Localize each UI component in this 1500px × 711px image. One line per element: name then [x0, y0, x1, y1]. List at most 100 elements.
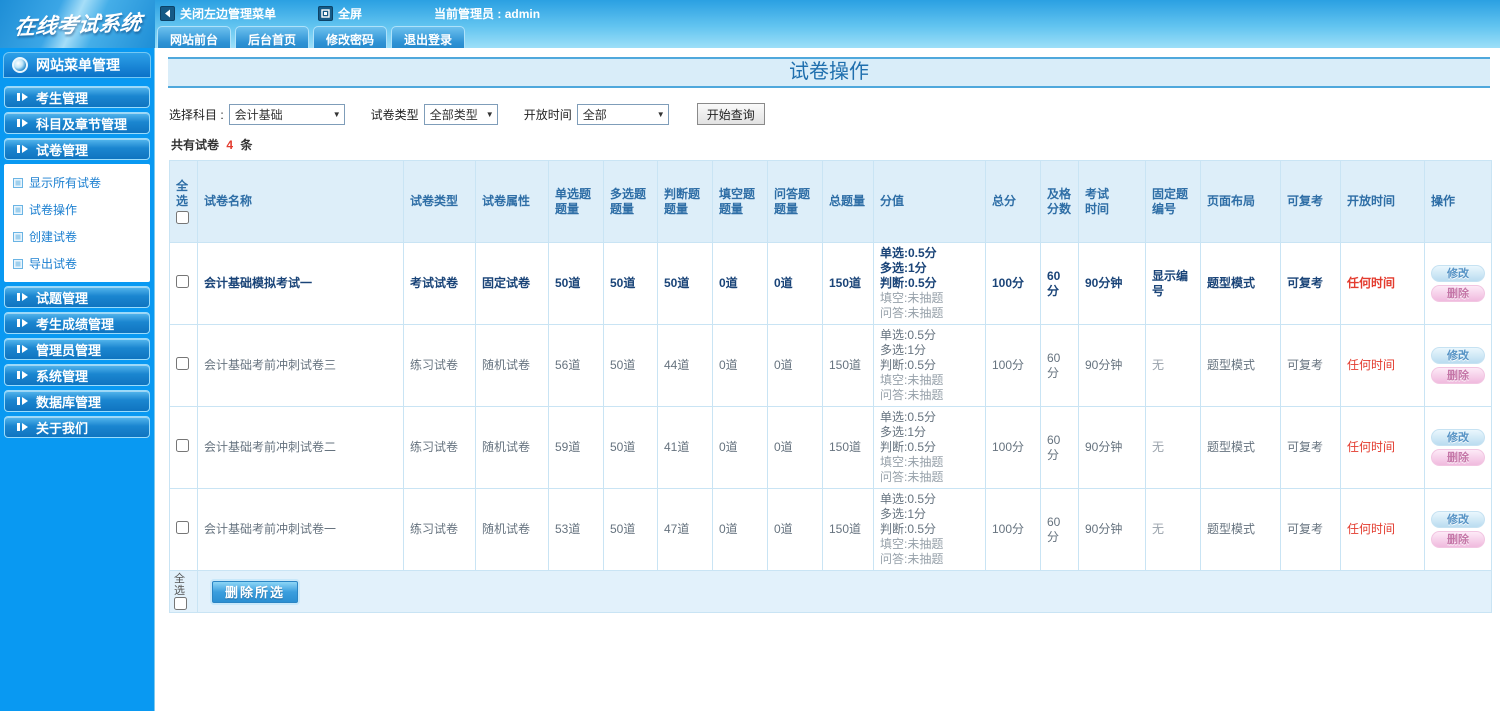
header-page-layout: 页面布局 [1200, 160, 1281, 243]
footer-select-all-label: 全选 [174, 573, 185, 597]
open-time-select[interactable]: 全部 ▼ [576, 103, 669, 125]
sidebar-item-label: 关于我们 [36, 420, 89, 436]
select-all-checkbox[interactable] [176, 211, 189, 224]
sidebar-item-question-mgmt[interactable]: 试题管理 [4, 286, 150, 308]
cell-open-time: 任何时间 [1340, 242, 1425, 325]
paper-type-label: 试卷类型 [370, 107, 419, 122]
play-bar-icon [17, 397, 28, 405]
play-bar-icon [17, 145, 28, 153]
play-bar-icon [17, 319, 28, 327]
paper-type-select-value: 全部类型 [429, 107, 478, 122]
square-bullet-icon [13, 258, 23, 269]
cell-paper-name: 会计基础考前冲刺试卷三 [197, 324, 404, 407]
square-bullet-icon [13, 231, 23, 242]
edit-button[interactable]: 修改 [1431, 511, 1485, 528]
row-checkbox[interactable] [176, 357, 189, 370]
row-checkbox[interactable] [176, 439, 189, 452]
cell-total-count: 150道 [822, 324, 874, 407]
cell-pass-score: 60分 [1040, 242, 1079, 325]
submenu-paper-operations[interactable]: 试卷操作 [4, 196, 150, 223]
summary-prefix: 共有试卷 [171, 138, 220, 152]
play-bar-icon [17, 423, 28, 431]
delete-button[interactable]: 删除 [1431, 285, 1485, 302]
header-exam-time: 考试 时间 [1078, 160, 1146, 243]
cell-retake: 可复考 [1280, 324, 1341, 407]
submenu-show-all-papers[interactable]: 显示所有试卷 [4, 169, 150, 196]
cell-open-time: 任何时间 [1340, 324, 1425, 407]
cell-single-count: 53道 [548, 488, 604, 571]
play-bar-icon [17, 345, 28, 353]
header-qa-count: 问答题 题量 [767, 160, 823, 243]
sidebar-item-system-mgmt[interactable]: 系统管理 [4, 364, 150, 386]
table-row: 会计基础考前冲刺试卷一 练习试卷 随机试卷 53道 50道 47道 0道 0道 … [169, 488, 1492, 571]
chevron-down-icon: ▼ [332, 109, 341, 119]
cell-paper-attr: 随机试卷 [475, 488, 549, 571]
cell-operations: 修改 删除 [1424, 488, 1492, 571]
cell-qa-count: 0道 [767, 406, 823, 489]
cell-fixed-number: 无 [1145, 324, 1201, 407]
cell-page-layout: 题型模式 [1200, 324, 1281, 407]
cell-operations: 修改 删除 [1424, 324, 1492, 407]
sidebar-item-label: 试题管理 [36, 290, 89, 306]
fullscreen-icon [318, 5, 334, 21]
cell-pass-score: 60分 [1040, 324, 1079, 407]
cell-judge-count: 50道 [657, 242, 713, 325]
filter-bar: 选择科目 : 会计基础 ▼ 试卷类型 全部类型 ▼ 开放时间 全部 ▼ 开始查询 [169, 103, 1500, 125]
cell-total-count: 150道 [822, 488, 874, 571]
subject-label: 选择科目 : [169, 107, 224, 122]
sidebar-item-label: 考生成绩管理 [36, 316, 115, 332]
cell-paper-type: 考试试卷 [403, 242, 476, 325]
footer-select-all-checkbox[interactable] [174, 597, 187, 610]
sidebar-item-about-us[interactable]: 关于我们 [4, 416, 150, 438]
sidebar-header: 网站菜单管理 [3, 52, 151, 78]
sidebar-item-paper-mgmt[interactable]: 试卷管理 [4, 138, 150, 160]
sidebar-item-label: 科目及章节管理 [36, 116, 128, 132]
row-checkbox[interactable] [176, 275, 189, 288]
cell-pass-score: 60分 [1040, 488, 1079, 571]
fullscreen-label: 全屏 [338, 6, 363, 21]
footer-actions-cell: 删除所选 [197, 570, 1492, 613]
cell-multi-count: 50道 [603, 406, 658, 489]
row-checkbox[interactable] [176, 521, 189, 534]
top-links: 关闭左边管理菜单 全屏 当前管理员 : admin [160, 0, 540, 26]
submenu-export-paper[interactable]: 导出试卷 [4, 250, 150, 277]
sidebar-item-examinee-mgmt[interactable]: 考生管理 [4, 86, 150, 108]
cell-pass-score: 60分 [1040, 406, 1079, 489]
cell-retake: 可复考 [1280, 488, 1341, 571]
cell-multi-count: 50道 [603, 488, 658, 571]
close-left-menu-link[interactable]: 关闭左边管理菜单 [160, 5, 276, 22]
header-total-score: 总分 [985, 160, 1041, 243]
edit-button[interactable]: 修改 [1431, 265, 1485, 282]
cell-blank-count: 0道 [712, 406, 768, 489]
submenu-create-paper[interactable]: 创建试卷 [4, 223, 150, 250]
delete-selected-button[interactable]: 删除所选 [212, 580, 298, 603]
cell-judge-count: 41道 [657, 406, 713, 489]
edit-button[interactable]: 修改 [1431, 347, 1485, 364]
delete-button[interactable]: 删除 [1431, 367, 1485, 384]
subject-select[interactable]: 会计基础 ▼ [228, 103, 345, 125]
cell-exam-time: 90分钟 [1078, 242, 1146, 325]
delete-button[interactable]: 删除 [1431, 531, 1485, 548]
play-bar-icon [17, 293, 28, 301]
main-content: 试卷操作 选择科目 : 会计基础 ▼ 试卷类型 全部类型 ▼ 开放时间 全部 ▼… [156, 48, 1500, 711]
cell-multi-count: 50道 [603, 242, 658, 325]
sidebar-item-database-mgmt[interactable]: 数据库管理 [4, 390, 150, 412]
cell-score-values: 单选:0.5分 多选:1分 判断:0.5分 填空:未抽题 问答:未抽题 [873, 406, 986, 489]
header-single-count: 单选题 题量 [548, 160, 604, 243]
sidebar-item-score-mgmt[interactable]: 考生成绩管理 [4, 312, 150, 334]
paper-mgmt-submenu: 显示所有试卷 试卷操作 创建试卷 导出试卷 [4, 164, 150, 282]
paper-type-select[interactable]: 全部类型 ▼ [423, 103, 498, 125]
sidebar-item-subject-chapter-mgmt[interactable]: 科目及章节管理 [4, 112, 150, 134]
table-header-row: 全选 试卷名称 试卷类型 试卷属性 单选题 题量 多选题 题量 判断题 题量 填… [169, 160, 1492, 243]
cell-qa-count: 0道 [767, 242, 823, 325]
fullscreen-link[interactable]: 全屏 [318, 5, 362, 22]
edit-button[interactable]: 修改 [1431, 429, 1485, 446]
query-button[interactable]: 开始查询 [696, 103, 765, 125]
cell-total-count: 150道 [822, 242, 874, 325]
papers-table: 全选 试卷名称 试卷类型 试卷属性 单选题 题量 多选题 题量 判断题 题量 填… [169, 160, 1492, 613]
play-bar-icon [17, 371, 28, 379]
sidebar-item-label: 考生管理 [36, 90, 89, 106]
delete-button[interactable]: 删除 [1431, 449, 1485, 466]
sidebar-item-admin-mgmt[interactable]: 管理员管理 [4, 338, 150, 360]
cell-qa-count: 0道 [767, 488, 823, 571]
